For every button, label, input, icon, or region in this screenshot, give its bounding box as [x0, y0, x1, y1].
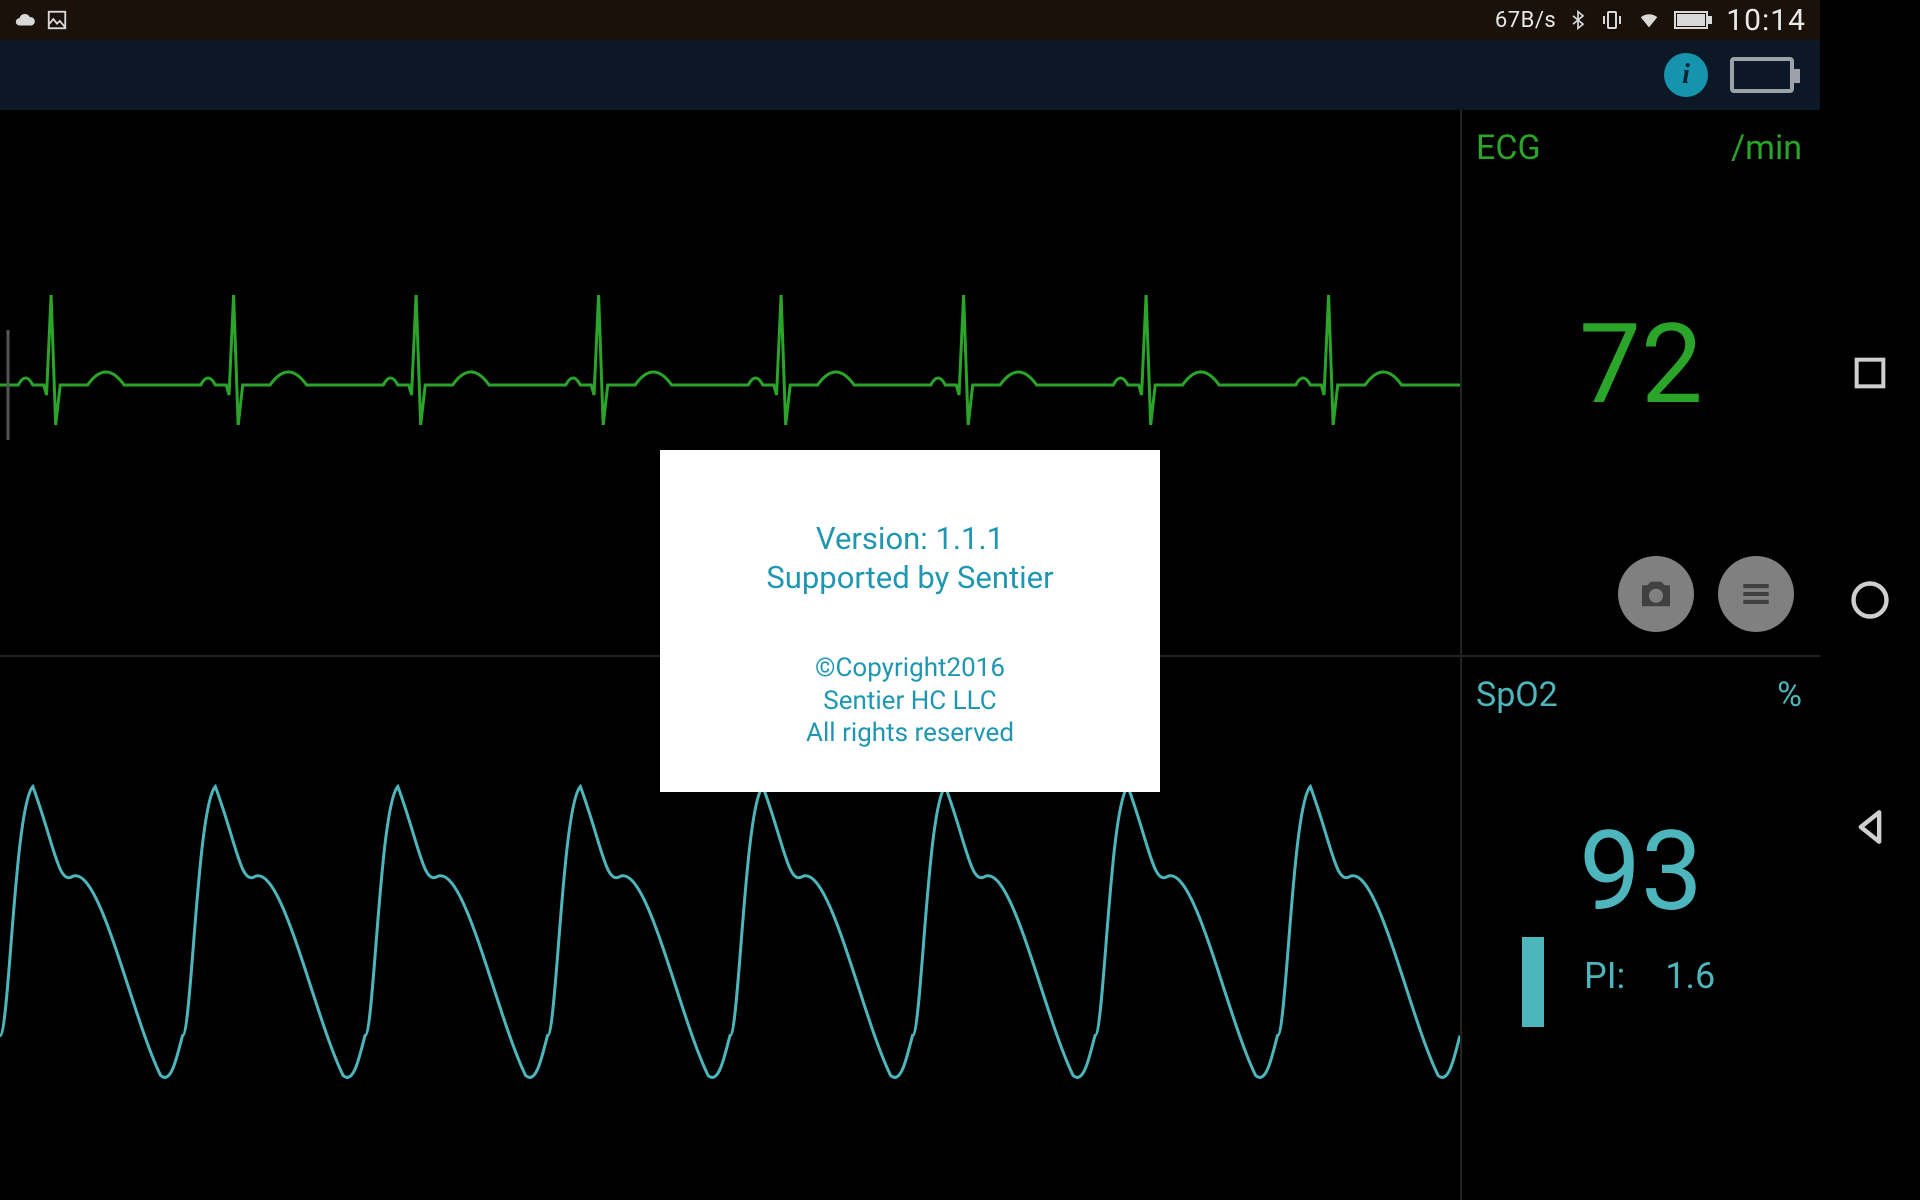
dialog-rights-line: All rights reserved: [806, 717, 1014, 750]
screen-root: 67B/s 10:14 i: [0, 0, 1920, 1200]
dialog-copyright: ©Copyright2016 Sentier HC LLC All rights…: [806, 652, 1014, 750]
dialog-copyright-line: ©Copyright2016: [806, 652, 1014, 685]
dialog-support: Supported by Sentier: [766, 559, 1053, 596]
dialog-version: Version: 1.1.1: [816, 520, 1004, 557]
dialog-company-line: Sentier HC LLC: [806, 685, 1014, 718]
about-dialog: Version: 1.1.1 Supported by Sentier ©Cop…: [660, 450, 1160, 792]
